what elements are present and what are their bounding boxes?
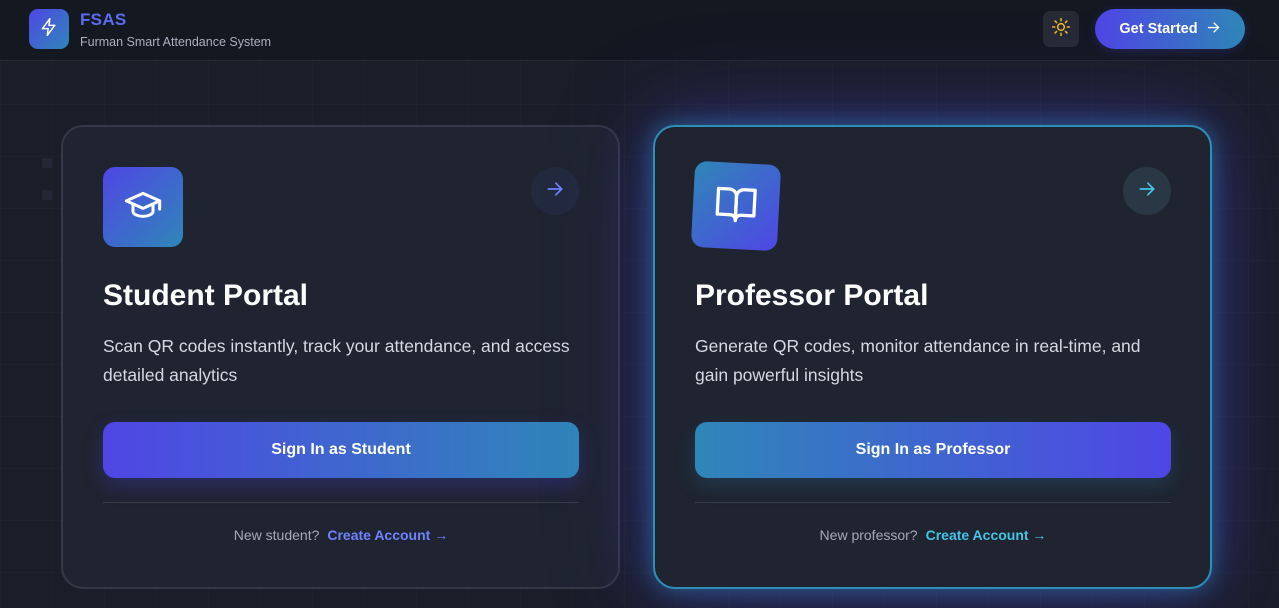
decorative-square (42, 190, 52, 200)
divider (695, 502, 1171, 503)
professor-portal-title: Professor Portal (695, 279, 929, 312)
professor-icon-tile (690, 160, 782, 252)
top-header: FSAS Furman Smart Attendance System Get … (0, 0, 1279, 61)
student-signup-row: New student? Create Account → (103, 527, 579, 543)
lightning-bolt-icon (39, 17, 59, 42)
brand-subtitle: Furman Smart Attendance System (80, 35, 272, 49)
arrow-right-icon (1206, 20, 1221, 39)
student-create-account-link[interactable]: Create Account → (327, 527, 448, 543)
professor-portal-description: Generate QR codes, monitor attendance in… (695, 336, 1141, 385)
graduation-cap-icon (123, 185, 163, 230)
professor-create-account-link[interactable]: Create Account → (926, 527, 1047, 543)
brand-title: FSAS (80, 10, 127, 29)
logo[interactable] (29, 9, 69, 49)
student-portal-card[interactable]: Student Portal Scan QR codes instantly, … (61, 125, 620, 589)
get-started-button[interactable]: Get Started (1095, 9, 1245, 49)
arrow-right-icon (545, 179, 565, 204)
professor-signup-row: New professor? Create Account → (695, 527, 1171, 543)
professor-signup-prompt: New professor? (819, 527, 918, 543)
arrow-right-icon (1137, 179, 1157, 204)
student-signup-prompt: New student? (233, 527, 320, 543)
page: FSAS Furman Smart Attendance System Get … (0, 0, 1279, 608)
sun-icon (1051, 17, 1071, 42)
get-started-label: Get Started (1119, 21, 1198, 37)
student-icon-tile (103, 167, 183, 247)
student-portal-title: Student Portal (103, 279, 309, 312)
theme-toggle-button[interactable] (1043, 11, 1079, 47)
student-arrow-button[interactable] (531, 167, 579, 215)
decorative-square (42, 158, 52, 168)
student-portal-description: Scan QR codes instantly, track your atte… (103, 336, 570, 385)
divider (103, 502, 579, 503)
professor-arrow-button[interactable] (1123, 167, 1171, 215)
sign-in-professor-button[interactable]: Sign In as Professor (695, 422, 1171, 478)
sign-in-student-button[interactable]: Sign In as Student (103, 422, 579, 478)
professor-portal-card[interactable]: Professor Portal Generate QR codes, moni… (653, 125, 1212, 589)
open-book-icon (713, 180, 760, 231)
